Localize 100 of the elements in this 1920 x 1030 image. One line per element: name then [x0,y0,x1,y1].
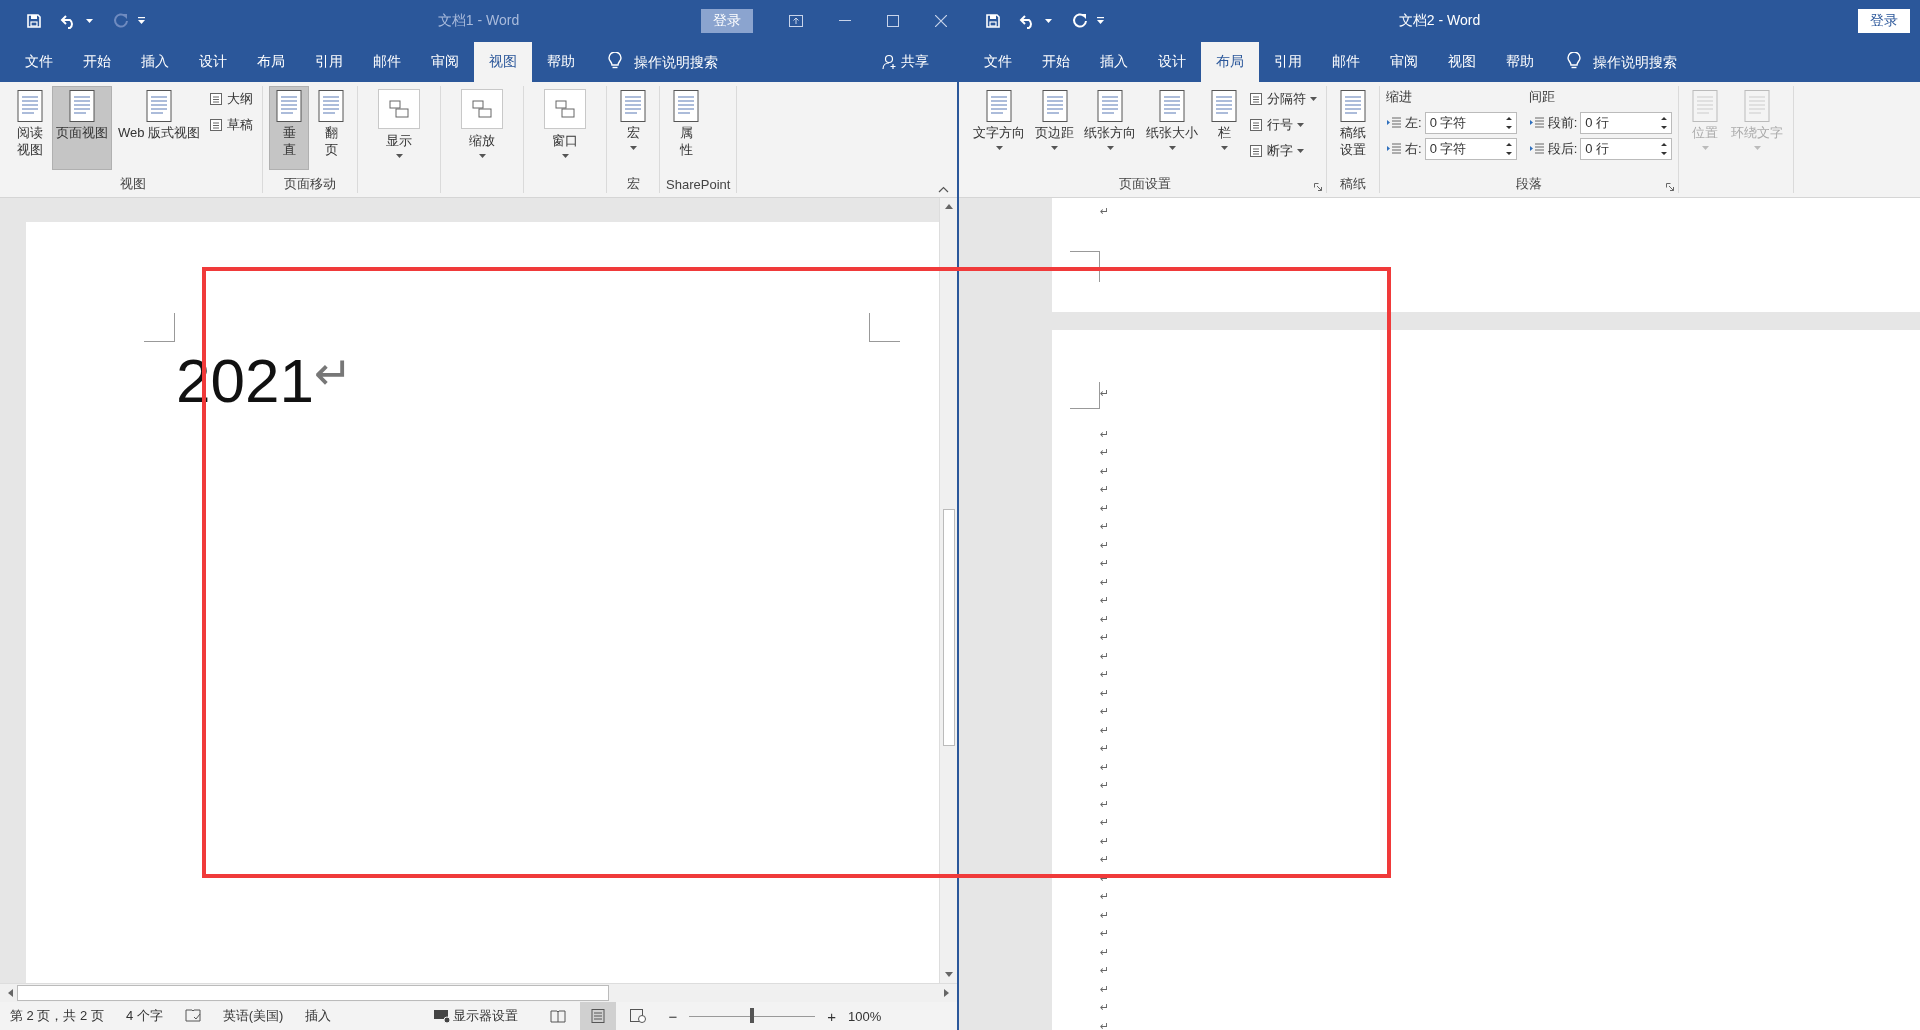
ribbon-tab[interactable]: 插入 [1085,42,1143,82]
paragraph-mark: ↵ [1100,944,1111,960]
paragraph-mark: ↵ [1100,574,1111,590]
save-icon[interactable] [985,13,1001,29]
ribbon-tab[interactable]: 引用 [1259,42,1317,82]
caret-icon [1310,97,1317,101]
ribbon-button[interactable]: 栏 [1204,86,1244,170]
ribbon-tab[interactable]: 文件 [10,42,68,82]
ribbon-tab[interactable]: 视图 [474,42,532,82]
display-settings[interactable]: 显示器设置 [433,1007,519,1025]
ribbon-button[interactable]: 属 性 [666,86,707,170]
field-label: 左: [1405,114,1422,132]
vertical-scrollbar[interactable] [939,198,957,983]
scroll-down-icon[interactable] [944,972,953,977]
collapse-ribbon-icon[interactable] [938,186,949,193]
minimize-icon[interactable] [839,20,851,22]
ribbon-tab[interactable]: 布局 [242,42,300,82]
page-count[interactable]: 第 2 页，共 2 页 [10,1007,104,1025]
caret-icon [1106,146,1114,150]
ribbon-button[interactable]: 翻 页 [311,86,352,170]
ribbon-tab[interactable]: 帮助 [532,42,590,82]
maximize-icon[interactable] [887,15,899,27]
ribbon-tab[interactable]: 引用 [300,42,358,82]
caret-icon [1297,123,1304,127]
ribbon-tab[interactable]: 帮助 [1491,42,1549,82]
zoom-out-button[interactable]: − [668,1007,678,1025]
spin-field[interactable]: 0 行 [1580,138,1673,160]
zoom-percent[interactable]: 100% [847,1008,882,1024]
word-count[interactable]: 4 个字 [125,1007,163,1025]
share-button[interactable]: 共享 [876,42,935,82]
margin-corner-mark [1070,251,1100,282]
caret-icon [1051,146,1058,150]
tell-me-search[interactable]: 操作说明搜索 [1593,42,1677,82]
scroll-left-icon[interactable] [8,989,13,997]
paragraph-mark: ↵ [1100,445,1111,460]
ribbon-button[interactable]: 宏 [613,86,654,170]
print-layout-icon[interactable] [580,1002,617,1030]
ribbon-button[interactable]: 分隔符 [1246,88,1320,110]
spin-field[interactable]: 0 字符 [1424,138,1517,160]
tell-me-search[interactable]: 操作说明搜索 [634,42,718,82]
ribbon-button[interactable]: 稿纸 设置 [1333,86,1373,170]
zoom-slider-thumb[interactable] [750,1008,755,1023]
document-icon [1156,89,1188,123]
sign-in-button[interactable]: 登录 [1858,9,1910,33]
ribbon-button[interactable]: 文字方向 [969,86,1029,170]
paragraph-mark: ↵ [1100,852,1111,867]
paragraph-mark: ↵ [1100,889,1111,904]
ribbon-tab[interactable]: 审阅 [1375,42,1433,82]
dialog-launcher-icon[interactable] [1666,183,1675,191]
ribbon-tab[interactable]: 开始 [1027,42,1085,82]
ribbon-button[interactable]: 草稿 [206,114,257,136]
document-icon [1208,89,1240,123]
ribbon-tab[interactable]: 设计 [1143,42,1201,82]
ribbon-button[interactable]: 大纲 [206,88,257,110]
spin-field[interactable]: 0 行 [1580,112,1673,134]
monitor-gear-icon [433,1009,452,1023]
ribbon-button[interactable]: 显示 [364,86,435,170]
ribbon-button[interactable]: 页面视图 [52,86,112,170]
dialog-launcher-icon[interactable] [1314,183,1322,191]
ribbon-button[interactable]: 断字 [1246,140,1320,162]
ribbon-tab[interactable]: 视图 [1433,42,1491,82]
language-indicator[interactable]: 英语(美国) [222,1007,284,1025]
window-title: 文档1 - Word [437,12,520,30]
ribbon-button[interactable]: 页边距 [1031,86,1078,170]
ribbon-tab[interactable]: 文件 [969,42,1027,82]
scrollbar-thumb[interactable] [17,985,609,1001]
save-icon[interactable] [26,13,42,29]
scroll-up-icon[interactable] [944,204,953,209]
ribbon-tab[interactable]: 设计 [184,42,242,82]
zoom-in-button[interactable]: + [827,1007,836,1025]
horizontal-scrollbar[interactable] [0,983,957,1002]
ribbon-button[interactable]: 纸张大小 [1142,86,1202,170]
caret-icon[interactable] [1045,18,1052,24]
ribbon-tab[interactable]: 邮件 [1317,42,1375,82]
paragraph-mark: ↵ [1100,463,1111,479]
ribbon-button[interactable]: 阅读 视图 [10,86,50,170]
close-icon[interactable] [935,15,947,27]
spin-field[interactable]: 0 字符 [1424,112,1517,134]
customize-caret-icon[interactable] [137,17,146,25]
ribbon-tab[interactable]: 审阅 [416,42,474,82]
paragraph-mark: ↵ [1100,519,1111,534]
ribbon-tab[interactable]: 插入 [126,42,184,82]
group-label: SharePoint [666,176,731,192]
ribbon-tab[interactable]: 邮件 [358,42,416,82]
customize-caret-icon[interactable] [1096,17,1105,25]
caret-icon[interactable] [86,18,93,24]
scroll-right-icon[interactable] [944,989,949,997]
ribbon-button[interactable]: 缩放 [447,86,518,170]
ribbon-tab[interactable]: 布局 [1201,42,1259,82]
ribbon-button[interactable]: 窗口 [530,86,601,170]
ribbon-display-icon[interactable] [789,15,803,27]
ribbon-button[interactable]: 纸张方向 [1080,86,1140,170]
insert-mode[interactable]: 插入 [305,1007,332,1025]
paragraph-mark: ↵ [1100,778,1111,793]
proofing-icon[interactable] [184,1009,201,1023]
ribbon-tab[interactable]: 开始 [68,42,126,82]
ribbon-button[interactable]: 垂 直 [269,86,310,170]
ribbon-button[interactable]: Web 版式视图 [114,86,205,170]
scrollbar-thumb[interactable] [942,509,955,746]
ribbon-button[interactable]: 行号 [1246,114,1320,136]
